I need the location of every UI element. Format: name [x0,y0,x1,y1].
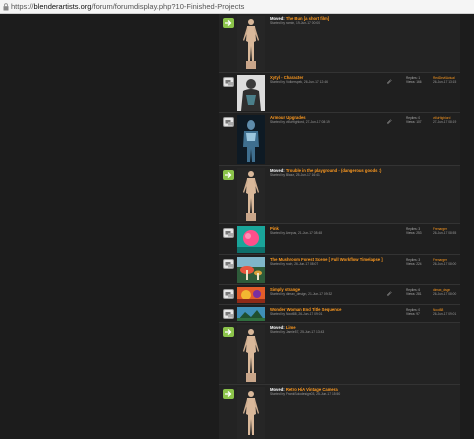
thread-title-block: Simply strange Started by dimax_design, … [270,287,405,296]
thread-row[interactable]: Wonder Woman End Title Sequence Started … [219,305,460,323]
thread-stats: Replies: 1 Views: 166 [406,76,430,85]
thread-thumbnail[interactable] [237,325,265,383]
thread-status-icon [223,309,234,319]
thread-thumbnail[interactable] [237,287,265,303]
views-count: Views: 107 [406,120,422,125]
thread-thumbnail[interactable] [237,115,265,164]
thread-thumbnail[interactable] [237,16,265,71]
thread-starter: Started by roch, 26-Jun-17 08:07 [270,262,319,266]
thread-row[interactable]: Moved: The Bun [a short film] Started by… [219,14,460,73]
lock-icon [3,3,9,11]
views-count: Views: 166 [406,80,422,85]
thread-starter: Started by dimax_design, 21-Jun-17 09:32 [270,292,333,296]
last-post-date: 27-Jun-17 08:19 [433,120,457,125]
thread-row[interactable]: Pink Started by Arepus, 21-Jun-17 08:48 … [219,224,460,255]
thread-row[interactable]: The Mushroom Forest Scene [ Full Workflo… [219,255,460,285]
thread-title-block: Moved: The Bun [a short film] Started by… [270,16,405,25]
moved-status-icon [223,18,234,28]
thread-row[interactable]: Simply strange Started by dimax_design, … [219,285,460,305]
last-post: Frenarger 26-Jun-17 08:55 [433,227,459,236]
thread-starter: Started by Noot88, 26-Jun-17 09:01 [270,312,323,316]
thread-title-block: Moved: Retro HiA Vintage Camera Started … [270,387,405,396]
thread-status-icon [223,77,234,87]
views-count: Views: 253 [406,231,422,236]
thread-title-block: Moved: Trouble in the playground - (dang… [270,168,405,177]
thread-title-block: Pink Started by Arepus, 21-Jun-17 08:48 [270,226,405,235]
thread-list: Moved: The Bun [a short film] Started by… [219,14,474,439]
thread-starter: Started by ramin, 19-Jun-17 00:00 [270,21,321,25]
thread-title-block: Moved: Lime Started by Jamie57, 25-Jun-1… [270,325,405,334]
thread-starter: Started by FrankSolodesign03, 25-Jun-17 … [270,392,341,396]
views-count: Views: 281 [406,292,422,297]
thread-stats: Replies: 0 Views: 97 [406,308,430,317]
thread-starter: Started by Arepus, 21-Jun-17 08:48 [270,231,323,235]
last-post-date: 26-Jun-17 09:01 [433,312,457,317]
thread-row[interactable]: Moved: Retro HiA Vintage Camera Started … [219,385,460,439]
thread-row[interactable]: Xytyl - Character Started by Volkerspek,… [219,73,460,113]
thread-stats: Replies: 3 Views: 224 [406,258,430,267]
thread-title-block: Xytyl - Character Started by Volkerspek,… [270,75,405,84]
url-text: https://blenderartists.org/forum/forumdi… [11,2,245,11]
thread-thumbnail[interactable] [237,387,265,439]
thread-thumbnail[interactable] [237,307,265,321]
thread-starter: Started by Jamie57, 25-Jun-17 13:43 [270,330,325,334]
thread-title-block: Wonder Woman End Title Sequence Started … [270,307,405,316]
thread-title-block: Armour Upgrades Started by villuHighlord… [270,115,405,124]
left-background [0,14,219,439]
attachment-icon [386,291,392,296]
thread-starter: Started by Volkerspek, 26-Jun-17 12:46 [270,80,328,84]
views-count: Views: 224 [406,262,422,267]
thread-starter: Started by villuHighlord, 27-Jun-17 08:1… [270,120,330,124]
views-count: Views: 97 [406,312,420,317]
thread-status-icon [223,259,234,269]
thread-status-icon [223,228,234,238]
thread-thumbnail[interactable] [237,168,265,222]
thread-stats: Replies: 6 Views: 281 [406,288,430,297]
last-post: RedDevilActual 26-Jun-17 13:15 [433,76,459,85]
thread-row[interactable]: Armour Upgrades Started by villuHighlord… [219,113,460,166]
thread-starter: Started by Blazz, 25-Jun-17 16:41 [270,173,320,177]
last-post-date: 26-Jun-17 08:55 [433,231,457,236]
last-post: Noot88 26-Jun-17 09:01 [433,308,459,317]
attachment-icon [386,79,392,84]
thread-stats: Replies: 0 Views: 107 [406,116,430,125]
last-post-date: 26-Jun-17 08:00 [433,292,457,297]
thread-status-icon [223,289,234,299]
last-post: dimax_dsgn 26-Jun-17 08:00 [433,288,459,297]
last-post: Frenarger 26-Jun-17 08:00 [433,258,459,267]
thread-status-icon [223,117,234,127]
thread-thumbnail[interactable] [237,226,265,253]
thread-thumbnail[interactable] [237,257,265,283]
moved-status-icon [223,389,234,399]
attachment-icon [386,119,392,124]
last-post: villuHighlord 27-Jun-17 08:19 [433,116,459,125]
thread-thumbnail[interactable] [237,75,265,111]
moved-status-icon [223,170,234,180]
last-post-date: 26-Jun-17 08:00 [433,262,457,267]
address-bar[interactable]: https://blenderartists.org/forum/forumdi… [0,0,474,14]
thread-row[interactable]: Moved: Lime Started by Jamie57, 25-Jun-1… [219,323,460,385]
thread-title-block: The Mushroom Forest Scene [ Full Workflo… [270,257,405,266]
thread-row[interactable]: Moved: Trouble in the playground - (dang… [219,166,460,224]
moved-status-icon [223,327,234,337]
thread-stats: Replies: 3 Views: 253 [406,227,430,236]
last-post-date: 26-Jun-17 13:15 [433,80,457,85]
right-background [460,14,474,439]
